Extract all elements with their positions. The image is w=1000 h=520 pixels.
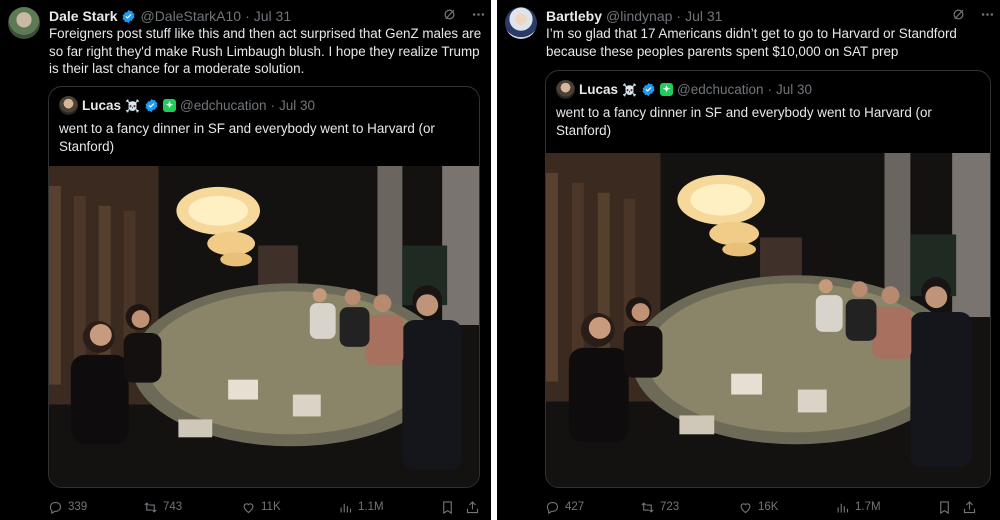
grok-icon[interactable] [951,7,966,26]
separator: · [767,82,773,97]
quote-header: Lucas ☠️ ✦ @edchucation · Jul 30 [59,96,315,115]
more-icon[interactable] [980,7,995,26]
tweet-left[interactable]: Dale Stark @DaleStarkA10 · Jul 31 Foreig… [0,0,491,520]
retweet-icon [144,501,157,513]
quote-avatar[interactable] [556,80,575,99]
bookmark-button[interactable] [440,500,455,515]
separator: · [245,8,250,24]
tweet-text: I’m so glad that 17 Americans didn’t get… [546,26,957,59]
affiliate-badge-icon: ✦ [659,83,673,96]
header-icons [442,7,486,26]
verified-badge-icon [641,82,656,97]
like-button[interactable]: 11K [241,500,338,515]
author-name[interactable]: Dale Stark [49,8,117,24]
share-icon [466,500,479,513]
separator: · [676,8,682,24]
view-count: 1.1M [358,501,384,513]
author-name[interactable]: Bartleby [546,8,602,24]
like-count: 16K [758,501,779,513]
views-icon [340,503,352,512]
quote-author-handle[interactable]: @edchucation [180,98,267,113]
reply-count: 427 [565,501,585,513]
reply-count: 339 [68,501,88,513]
avatar[interactable] [505,7,537,39]
author-handle[interactable]: @lindynap [606,8,672,24]
tweet-date[interactable]: Jul 31 [685,8,722,24]
retweet-icon [641,501,654,513]
quote-text: went to a fancy dinner in SF and everybo… [59,121,435,154]
reply-icon [546,501,559,514]
more-icon[interactable] [471,7,486,26]
quote-date[interactable]: Jul 30 [279,98,315,113]
reply-icon [49,501,62,514]
views-icon [837,503,849,512]
verified-badge-icon [144,98,159,113]
grok-icon[interactable] [442,7,457,26]
share-icon [963,500,976,513]
quote-author-name[interactable]: Lucas [82,98,121,113]
bookmark-icon [443,500,452,514]
author-handle[interactable]: @DaleStarkA10 [140,8,241,24]
share-button[interactable] [962,500,977,515]
quoted-tweet[interactable]: Lucas ☠️ ✦ @edchucation · Jul 30 went to… [48,86,480,488]
avatar[interactable] [8,7,40,39]
like-count: 11K [261,501,281,513]
bookmark-icon [940,500,949,514]
header-icons [951,7,995,26]
tweet-text: Foreigners post stuff like this and then… [49,26,482,76]
quote-author-handle[interactable]: @edchucation [677,82,764,97]
affiliate-badge-icon: ✦ [162,99,176,112]
views-button[interactable]: 1.7M [835,500,913,515]
retweet-count: 723 [660,501,680,513]
action-bar: 427 723 16K 1.7M [545,498,991,516]
view-count: 1.7M [855,501,881,513]
reply-button[interactable]: 339 [48,500,143,515]
retweet-count: 743 [163,501,183,513]
tweet-header: Dale Stark @DaleStarkA10 · Jul 31 [49,7,291,25]
action-bar: 339 743 11K 1.1M [48,498,482,516]
bookmark-button[interactable] [937,500,952,515]
like-icon [243,502,254,513]
quote-date[interactable]: Jul 30 [776,82,812,97]
retweet-button[interactable]: 723 [640,500,738,515]
quote-author-name[interactable]: Lucas [579,82,618,97]
like-button[interactable]: 16K [738,500,835,515]
share-button[interactable] [465,500,480,515]
quote-text: went to a fancy dinner in SF and everybo… [556,105,932,138]
retweet-button[interactable]: 743 [143,500,241,515]
skull-emoji: ☠️ [622,82,637,97]
verified-badge-icon [121,9,136,24]
quote-avatar[interactable] [59,96,78,115]
quoted-tweet[interactable]: Lucas ☠️ ✦ @edchucation · Jul 30 went to… [545,70,991,488]
tweet-right[interactable]: Bartleby @lindynap · Jul 31 I’m so glad … [497,0,1000,520]
separator: · [270,98,276,113]
like-icon [740,502,751,513]
tweet-header: Bartleby @lindynap · Jul 31 [546,7,722,25]
dinner-photo[interactable] [49,166,479,487]
reply-button[interactable]: 427 [545,500,640,515]
tweet-date[interactable]: Jul 31 [254,8,291,24]
skull-emoji: ☠️ [125,98,140,113]
dinner-photo[interactable] [546,153,990,487]
quote-header: Lucas ☠️ ✦ @edchucation · Jul 30 [556,80,812,99]
views-button[interactable]: 1.1M [338,500,416,515]
